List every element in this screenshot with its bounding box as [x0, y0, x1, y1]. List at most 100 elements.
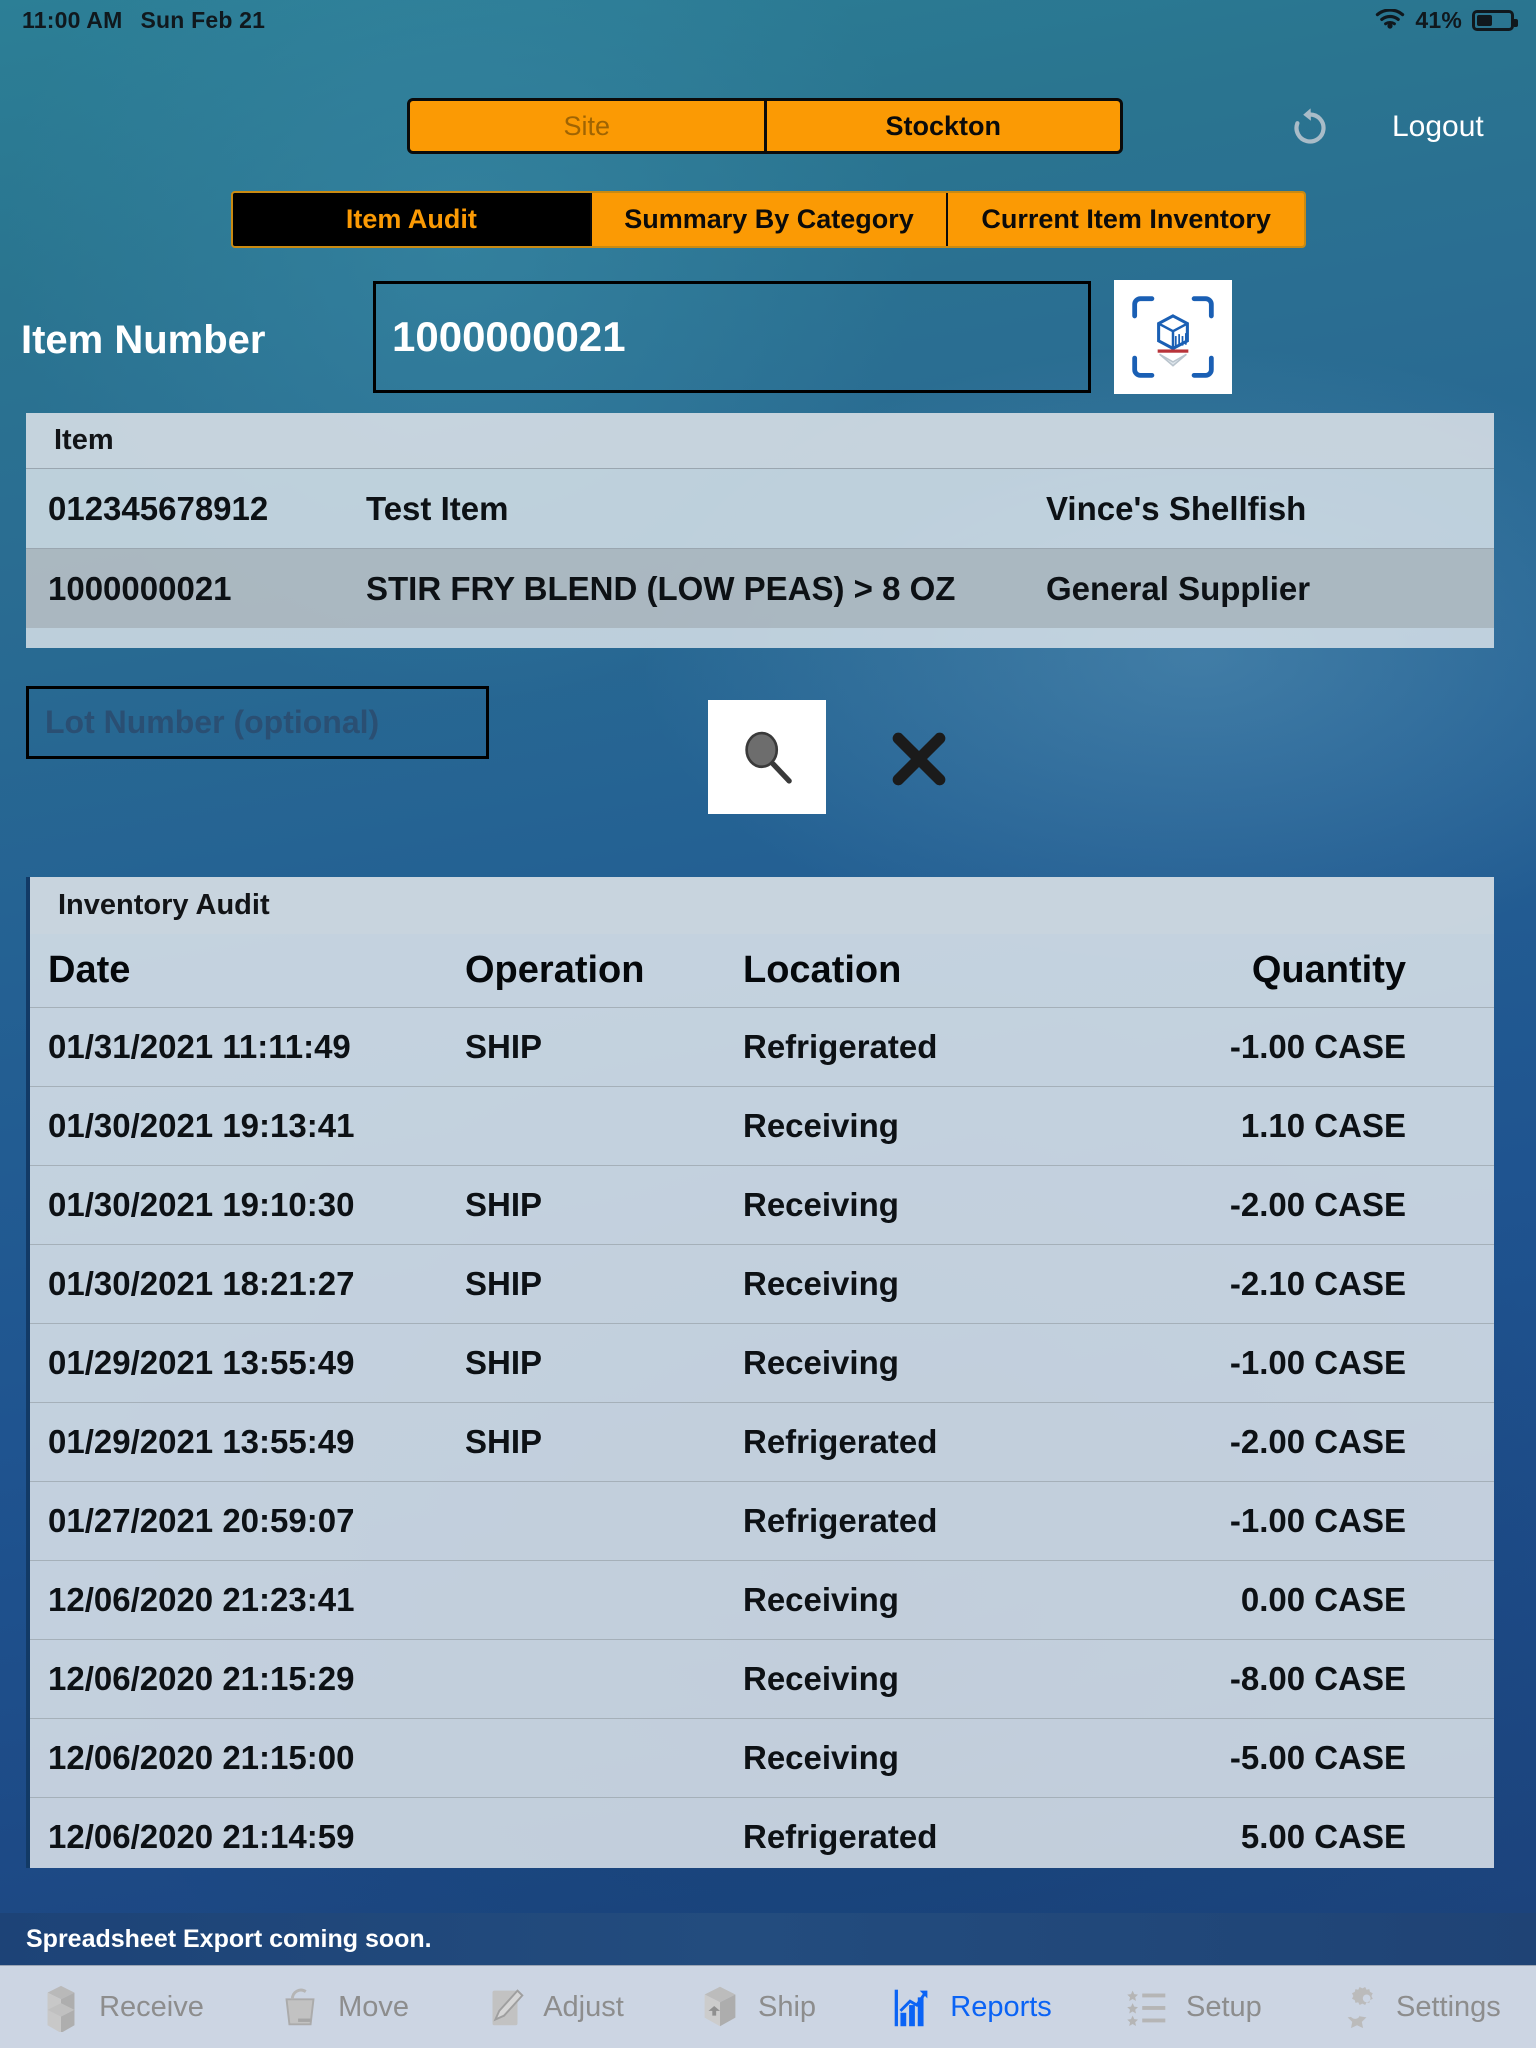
audit-operation: SHIP	[465, 1423, 543, 1460]
inventory-audit-panel: Inventory Audit Date Operation Location …	[26, 877, 1494, 1868]
audit-date: 01/30/2021 19:13:41	[48, 1107, 355, 1144]
bar-chart-icon	[886, 1981, 938, 2033]
item-results-table: Item 012345678912 Test Item Vince's Shel…	[26, 413, 1494, 648]
audit-location: Refrigerated	[743, 1818, 938, 1855]
item-table-title: Item	[26, 413, 1494, 468]
audit-date: 01/29/2021 13:55:49	[48, 1344, 355, 1381]
table-row[interactable]: 12/06/2020 21:15:00 Receiving -5.00 CASE	[30, 1718, 1494, 1797]
table-row[interactable]: 012345678912 Test Item Vince's Shellfish	[26, 468, 1494, 548]
audit-location: Receiving	[743, 1107, 899, 1144]
tabbar-item-reports[interactable]: Reports	[886, 1981, 1052, 2033]
audit-quantity: 1.10 CASE	[1240, 1107, 1406, 1144]
audit-quantity: -2.00 CASE	[1229, 1186, 1406, 1223]
refresh-icon[interactable]	[1288, 106, 1332, 150]
column-header-date[interactable]: Date	[30, 949, 465, 992]
table-row[interactable]: 01/29/2021 13:55:49 SHIP Refrigerated -2…	[30, 1402, 1494, 1481]
column-header-quantity[interactable]: Quantity	[1183, 949, 1494, 992]
audit-operation: SHIP	[465, 1028, 543, 1065]
audit-location: Refrigerated	[743, 1502, 938, 1539]
table-row[interactable]: 1000000021 STIR FRY BLEND (LOW PEAS) > 8…	[26, 548, 1494, 628]
audit-date: 01/30/2021 18:21:27	[48, 1265, 355, 1302]
tabbar-label-settings: Settings	[1396, 1990, 1501, 2023]
status-bar-right: 41%	[1375, 6, 1518, 34]
inventory-audit-header-row: Date Operation Location Quantity	[30, 934, 1494, 1007]
audit-quantity: -5.00 CASE	[1229, 1739, 1406, 1776]
tabbar-label-setup: Setup	[1186, 1990, 1262, 2023]
status-bar: 11:00 AM Sun Feb 21 41%	[0, 0, 1536, 40]
basket-icon	[274, 1981, 326, 2033]
column-header-operation[interactable]: Operation	[465, 949, 743, 992]
item-row-number: 012345678912	[48, 489, 269, 527]
tab-summary-by-category[interactable]: Summary By Category	[589, 193, 947, 246]
tabbar-label-move: Move	[338, 1990, 409, 2023]
tabbar-label-ship: Ship	[758, 1990, 817, 2023]
logout-button[interactable]: Logout	[1392, 110, 1484, 144]
audit-quantity: -2.00 CASE	[1229, 1423, 1406, 1460]
tabbar-item-ship[interactable]: Ship	[694, 1981, 816, 2033]
audit-date: 01/30/2021 19:10:30	[48, 1186, 355, 1223]
table-row[interactable]: 12/06/2020 21:15:29 Receiving -8.00 CASE	[30, 1639, 1494, 1718]
tabbar-item-setup[interactable]: Setup	[1122, 1981, 1262, 2033]
tabbar-label-receive: Receive	[99, 1990, 204, 2023]
audit-location: Receiving	[743, 1344, 899, 1381]
tabbar-label-reports: Reports	[950, 1990, 1052, 2023]
tabbar-item-settings[interactable]: Settings	[1332, 1981, 1501, 2033]
status-date: Sun Feb 21	[140, 6, 266, 33]
column-header-location[interactable]: Location	[743, 949, 1183, 992]
audit-location: Receiving	[743, 1660, 899, 1697]
audit-date: 12/06/2020 21:15:00	[48, 1739, 355, 1776]
bottom-tab-bar: Receive Move Adjust Ship Reports Setup S…	[0, 1965, 1536, 2048]
audit-quantity: -8.00 CASE	[1229, 1660, 1406, 1697]
audit-date: 01/29/2021 13:55:49	[48, 1423, 355, 1460]
star-list-icon	[1122, 1981, 1174, 2033]
status-bar-left: 11:00 AM Sun Feb 21	[22, 7, 265, 34]
table-row[interactable]: 01/29/2021 13:55:49 SHIP Receiving -1.00…	[30, 1323, 1494, 1402]
audit-date: 01/31/2021 11:11:49	[48, 1028, 351, 1065]
lot-number-input[interactable]	[26, 686, 489, 759]
audit-quantity: -1.00 CASE	[1229, 1028, 1406, 1065]
tabbar-label-adjust: Adjust	[543, 1990, 624, 2023]
table-row[interactable]: 12/06/2020 21:23:41 Receiving 0.00 CASE	[30, 1560, 1494, 1639]
item-number-input[interactable]	[373, 281, 1091, 393]
table-row[interactable]: 01/30/2021 19:10:30 SHIP Receiving -2.00…	[30, 1165, 1494, 1244]
inventory-audit-title: Inventory Audit	[30, 877, 1494, 934]
tab-current-item-inventory[interactable]: Current Item Inventory	[946, 193, 1304, 246]
item-number-label: Item Number	[21, 318, 266, 362]
magnifier-icon[interactable]	[708, 700, 826, 814]
gears-icon	[1332, 1981, 1384, 2033]
site-label-segment[interactable]: Site	[410, 101, 764, 151]
audit-date: 12/06/2020 21:15:29	[48, 1660, 355, 1697]
site-segmented-control[interactable]: Site Stockton	[407, 98, 1123, 154]
item-row-description: STIR FRY BLEND (LOW PEAS) > 8 OZ	[366, 569, 956, 607]
audit-operation: SHIP	[465, 1186, 543, 1223]
barcode-scan-icon[interactable]	[1114, 280, 1232, 394]
battery-percent-label: 41%	[1415, 6, 1462, 33]
site-value-segment[interactable]: Stockton	[763, 101, 1121, 151]
audit-location: Receiving	[743, 1739, 899, 1776]
tabbar-item-adjust[interactable]: Adjust	[479, 1981, 624, 2033]
tabbar-item-move[interactable]: Move	[274, 1981, 409, 2033]
tab-item-audit[interactable]: Item Audit	[233, 193, 590, 246]
app-root: 11:00 AM Sun Feb 21 41% Site Stockton Lo…	[0, 0, 1536, 2048]
item-row-description: Test Item	[366, 489, 509, 527]
audit-quantity: -1.00 CASE	[1229, 1502, 1406, 1539]
wifi-icon	[1375, 8, 1405, 31]
table-row[interactable]: 01/30/2021 18:21:27 SHIP Receiving -2.10…	[30, 1244, 1494, 1323]
table-row[interactable]: 12/06/2020 21:14:59 Refrigerated 5.00 CA…	[30, 1797, 1494, 1876]
report-tab-group: Item Audit Summary By Category Current I…	[231, 191, 1306, 248]
table-row[interactable]: 01/30/2021 19:13:41 Receiving 1.10 CASE	[30, 1086, 1494, 1165]
audit-location: Receiving	[743, 1265, 899, 1302]
close-x-icon[interactable]	[876, 716, 962, 802]
audit-location: Refrigerated	[743, 1423, 938, 1460]
audit-date: 12/06/2020 21:23:41	[48, 1581, 355, 1618]
tabbar-item-receive[interactable]: Receive	[35, 1981, 204, 2033]
audit-quantity: 0.00 CASE	[1240, 1581, 1406, 1618]
table-row[interactable]: 01/27/2021 20:59:07 Refrigerated -1.00 C…	[30, 1481, 1494, 1560]
open-box-icon	[35, 1981, 87, 2033]
table-row[interactable]: 01/31/2021 11:11:49 SHIP Refrigerated -1…	[30, 1007, 1494, 1086]
audit-operation: SHIP	[465, 1265, 543, 1302]
audit-location: Receiving	[743, 1186, 899, 1223]
audit-quantity: -1.00 CASE	[1229, 1344, 1406, 1381]
item-row-supplier: Vince's Shellfish	[1046, 489, 1307, 527]
audit-quantity: -2.10 CASE	[1229, 1265, 1406, 1302]
